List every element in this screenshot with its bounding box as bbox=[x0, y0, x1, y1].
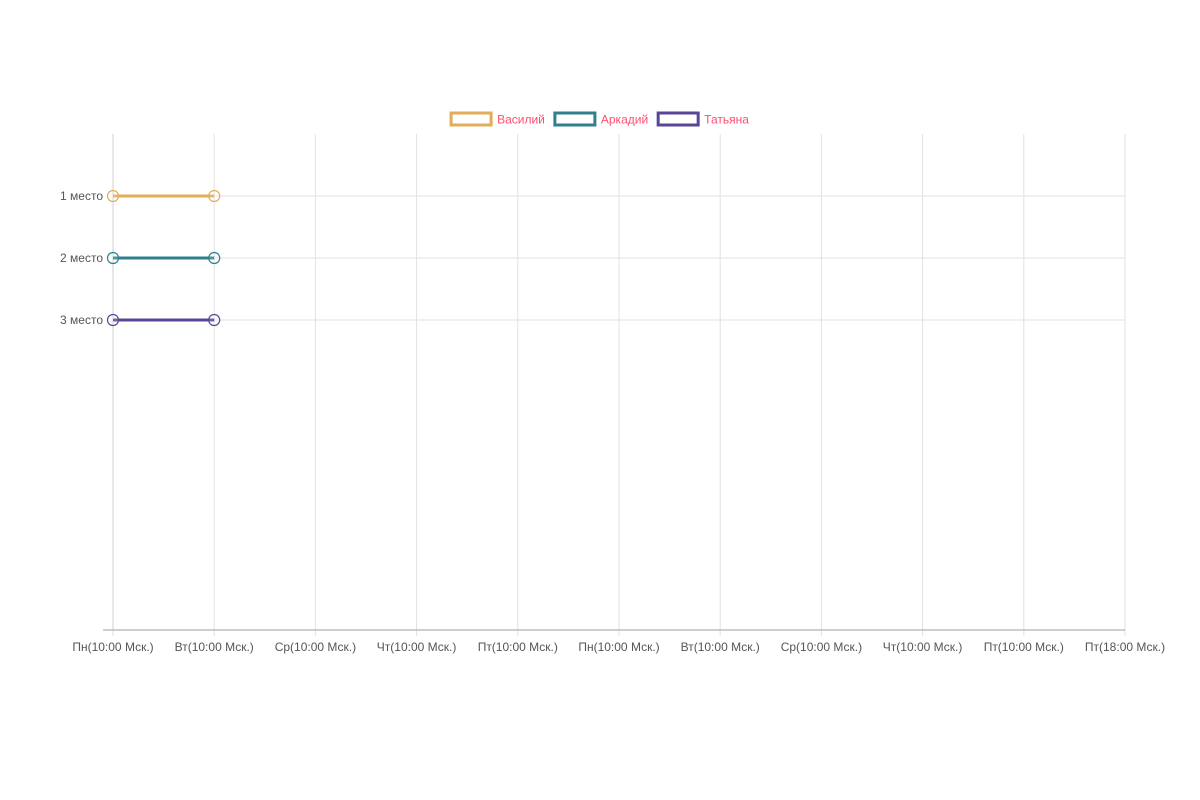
series-3 bbox=[106, 313, 221, 327]
x-tick-label: Пт(10:00 Мск.) bbox=[478, 640, 558, 654]
line-chart: Пн(10:00 Мск.) Вт(10:00 Мск.) Ср(10:00 Мск… bbox=[60, 111, 1165, 654]
axes: Пн(10:00 Мск.) Вт(10:00 Мск.) Ср(10:00 Мск… bbox=[60, 134, 1165, 654]
data-point[interactable] bbox=[208, 189, 221, 203]
x-tick-label: Ср(10:00 Мск.) bbox=[781, 640, 862, 654]
x-tick-label: Пн(10:00 Мск.) bbox=[72, 640, 153, 654]
data-point[interactable] bbox=[106, 313, 120, 327]
series-2 bbox=[106, 251, 221, 265]
x-tick-label: Чт(10:00 Мск.) bbox=[883, 640, 963, 654]
legend-label: Аркадий bbox=[601, 113, 648, 127]
legend[interactable]: Василий Аркадий Татьяна bbox=[449, 111, 749, 127]
legend-swatch bbox=[656, 111, 700, 127]
series-1 bbox=[106, 189, 221, 203]
data-point[interactable] bbox=[208, 251, 221, 265]
x-tick-label: Вт(10:00 Мск.) bbox=[175, 640, 254, 654]
x-tick-label: Пт(18:00 Мск.) bbox=[1085, 640, 1165, 654]
legend-item[interactable]: Татьяна bbox=[656, 111, 749, 127]
legend-swatch bbox=[553, 111, 597, 127]
data-point[interactable] bbox=[208, 313, 221, 327]
grid bbox=[112, 134, 1126, 636]
x-tick-label: Пт(10:00 Мск.) bbox=[984, 640, 1064, 654]
legend-item[interactable]: Василий bbox=[449, 111, 545, 127]
x-tick-label: Чт(10:00 Мск.) bbox=[377, 640, 457, 654]
legend-label: Татьяна bbox=[704, 113, 749, 127]
data-point[interactable] bbox=[106, 189, 120, 203]
y-tick-label: 1 место bbox=[60, 189, 103, 203]
y-tick-label: 3 место bbox=[60, 313, 103, 327]
legend-swatch bbox=[449, 111, 493, 127]
chart: Пн(10:00 Мск.) Вт(10:00 Мск.) Ср(10:00 Мск… bbox=[0, 0, 1200, 800]
x-tick-label: Ср(10:00 Мск.) bbox=[275, 640, 356, 654]
data-point[interactable] bbox=[106, 251, 120, 265]
x-tick-label: Пн(10:00 Мск.) bbox=[578, 640, 659, 654]
x-tick-label: Вт(10:00 Мск.) bbox=[681, 640, 760, 654]
series-lines bbox=[106, 189, 221, 327]
legend-item[interactable]: Аркадий bbox=[553, 111, 648, 127]
y-tick-label: 2 место bbox=[60, 251, 103, 265]
legend-label: Василий bbox=[497, 113, 545, 127]
